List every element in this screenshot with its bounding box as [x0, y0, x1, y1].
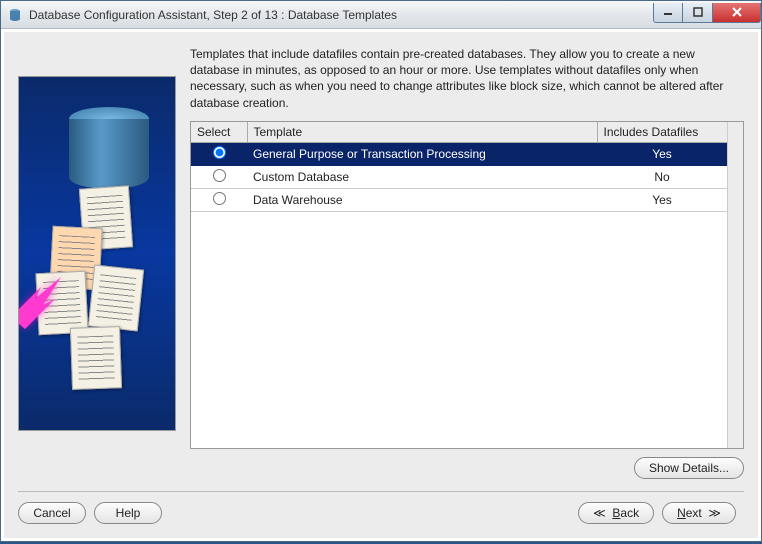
next-button[interactable]: Next ≫ [662, 502, 736, 524]
table-row[interactable]: Data Warehouse Yes [191, 188, 727, 211]
col-template: Template [247, 122, 597, 143]
dbca-window: Database Configuration Assistant, Step 2… [0, 0, 762, 542]
window-controls [653, 3, 761, 23]
window-title: Database Configuration Assistant, Step 2… [29, 8, 653, 22]
template-includes: Yes [597, 142, 727, 165]
document-icon [88, 265, 144, 332]
minimize-button[interactable] [653, 3, 683, 23]
template-name: General Purpose or Transaction Processin… [247, 142, 597, 165]
back-label: ack [620, 506, 639, 520]
help-button[interactable]: Help [94, 502, 162, 524]
col-includes: Includes Datafiles [597, 122, 727, 143]
close-button[interactable] [713, 3, 761, 23]
wizard-illustration [18, 76, 176, 431]
document-icon [70, 326, 122, 390]
main-pane: Templates that include datafiles contain… [190, 46, 744, 479]
table-row[interactable]: General Purpose or Transaction Processin… [191, 142, 727, 165]
content-area: Templates that include datafiles contain… [3, 31, 759, 539]
wizard-footer: Cancel Help ≪ Back Next ≫ [18, 491, 744, 524]
template-name: Custom Database [247, 165, 597, 188]
template-radio[interactable] [213, 146, 226, 159]
scrollbar[interactable] [727, 122, 743, 448]
next-label: ext [686, 506, 702, 520]
database-icon [69, 107, 149, 197]
show-details-button[interactable]: Show Details... [634, 457, 744, 479]
template-includes: Yes [597, 188, 727, 211]
col-select: Select [191, 122, 247, 143]
table-row[interactable]: Custom Database No [191, 165, 727, 188]
template-name: Data Warehouse [247, 188, 597, 211]
cancel-button[interactable]: Cancel [18, 502, 86, 524]
templates-table: Select Template Includes Datafiles Gener… [190, 121, 744, 449]
description-text: Templates that include datafiles contain… [190, 46, 744, 111]
template-radio[interactable] [213, 192, 226, 205]
maximize-button[interactable] [683, 3, 713, 23]
template-radio[interactable] [213, 169, 226, 182]
app-icon [7, 7, 23, 23]
titlebar: Database Configuration Assistant, Step 2… [1, 1, 761, 29]
back-button[interactable]: ≪ Back [578, 502, 654, 524]
template-includes: No [597, 165, 727, 188]
